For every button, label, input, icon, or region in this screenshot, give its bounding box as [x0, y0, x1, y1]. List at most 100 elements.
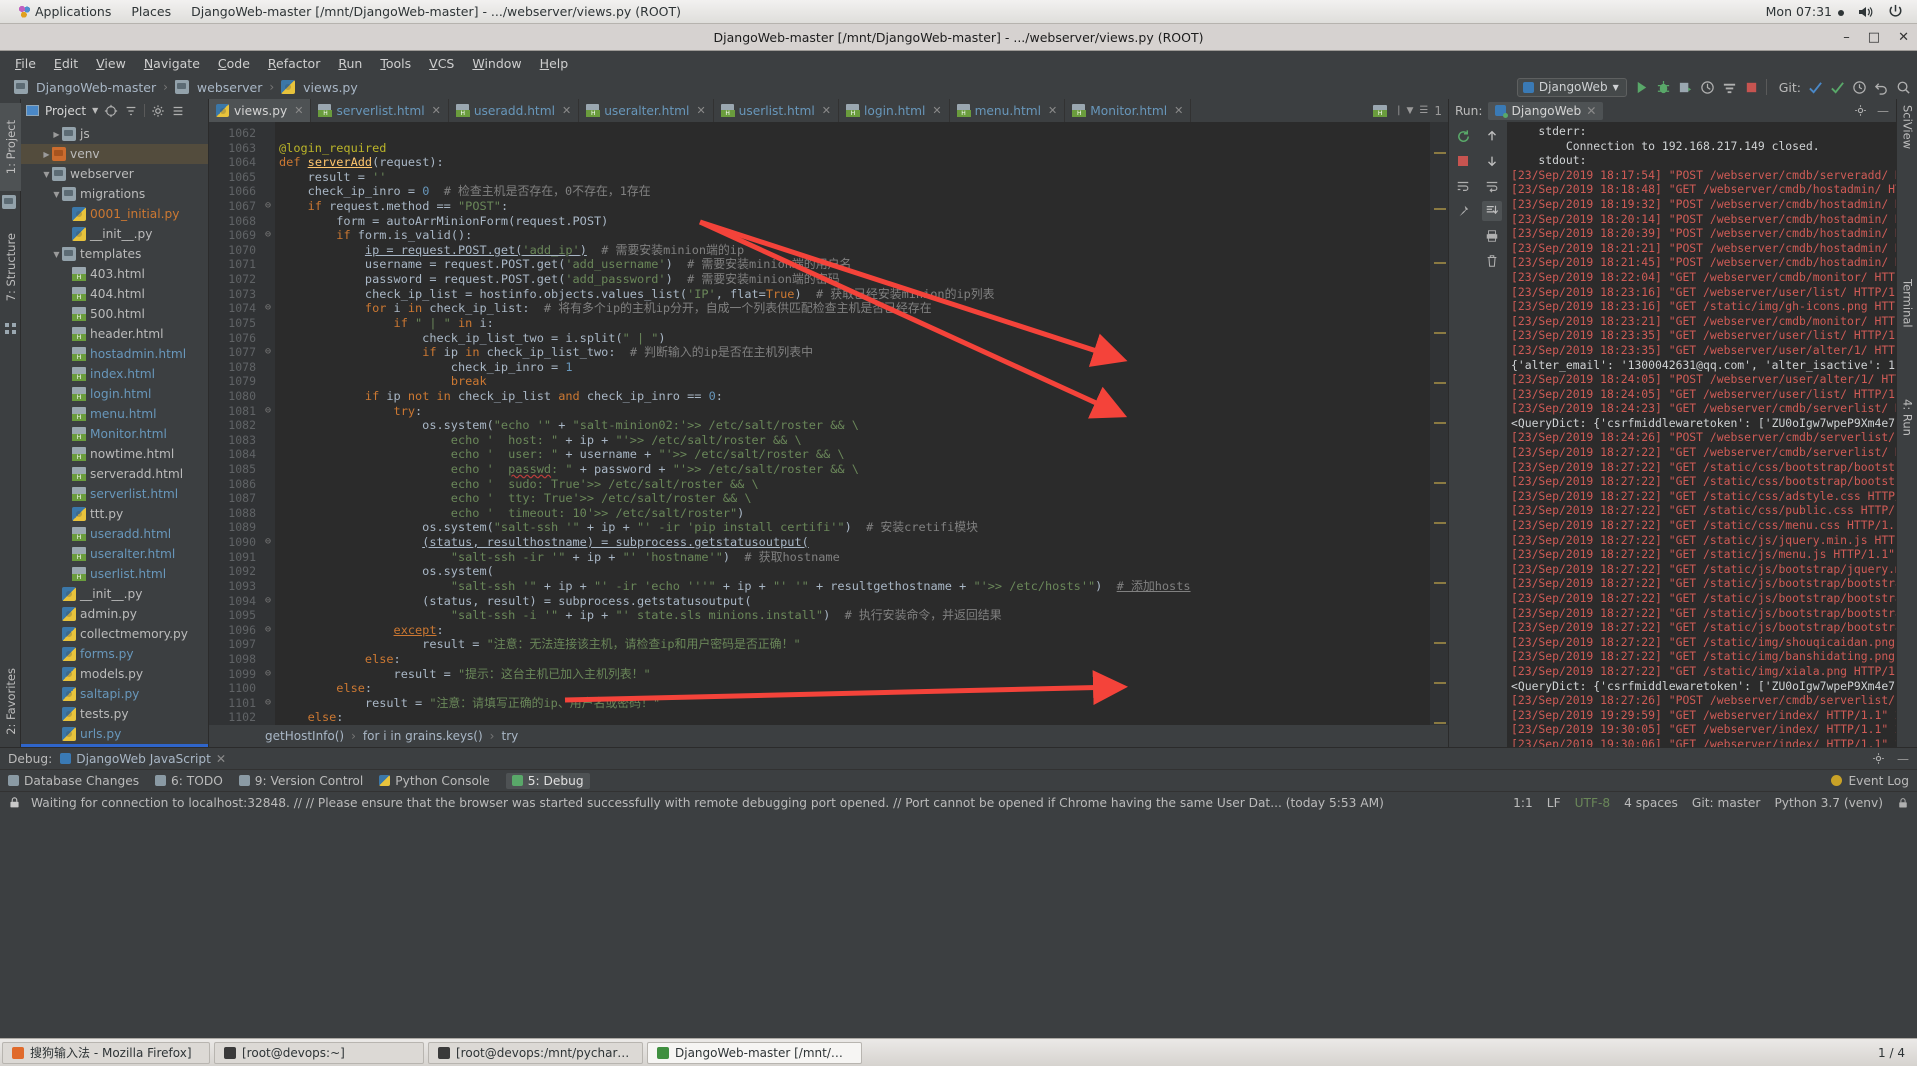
- gear-icon[interactable]: [151, 104, 165, 118]
- fold-marker[interactable]: [261, 579, 275, 594]
- error-marker[interactable]: [1434, 422, 1446, 424]
- menu-item-tools[interactable]: Tools: [371, 54, 420, 73]
- fold-marker[interactable]: [261, 550, 275, 565]
- tree-item-useralter-html[interactable]: useralter.html: [21, 544, 208, 564]
- menu-item-vcs[interactable]: VCS: [420, 54, 463, 73]
- code-line[interactable]: "salt-ssh -i '" + ip + "' state.sls mini…: [279, 608, 1430, 623]
- tree-item-saltapi-py[interactable]: saltapi.py: [21, 684, 208, 704]
- fold-marker[interactable]: [261, 360, 275, 375]
- git-update-icon[interactable]: [1808, 80, 1823, 95]
- editor-breadcrumb-item[interactable]: getHostInfo(): [265, 729, 344, 743]
- code-line[interactable]: echo ' sudo: True'>> /etc/salt/roster &&…: [279, 477, 1430, 492]
- error-marker[interactable]: [1434, 722, 1446, 724]
- fold-marker[interactable]: [261, 608, 275, 623]
- editor-tab-serverlist-html[interactable]: serverlist.html✕: [311, 99, 448, 122]
- code-line[interactable]: @login_required: [279, 141, 1430, 156]
- run-icon[interactable]: [1634, 80, 1649, 95]
- caret-position[interactable]: 1:1: [1513, 796, 1533, 810]
- code-line[interactable]: break: [279, 374, 1430, 389]
- error-marker[interactable]: [1434, 262, 1446, 264]
- chevron-down-icon[interactable]: ▼: [41, 170, 52, 179]
- debug-icon[interactable]: [1656, 80, 1671, 95]
- tool-window-button-python-console[interactable]: Python Console: [379, 774, 490, 788]
- fold-marker[interactable]: [261, 506, 275, 521]
- down-icon[interactable]: [1482, 151, 1502, 171]
- stop-icon[interactable]: [1453, 151, 1473, 171]
- editor-tab-menu-html[interactable]: menu.html✕: [950, 99, 1066, 122]
- target-icon[interactable]: [104, 104, 118, 118]
- chevron-down-icon[interactable]: ▼: [51, 190, 62, 199]
- chevron-right-icon[interactable]: ▶: [51, 130, 62, 139]
- fold-marker[interactable]: [261, 184, 275, 199]
- sidebar-item-terminal[interactable]: Terminal: [1897, 279, 1917, 328]
- fold-marker[interactable]: [261, 710, 275, 725]
- tree-item-serverlist-html[interactable]: serverlist.html: [21, 484, 208, 504]
- tree-item-header-html[interactable]: header.html: [21, 324, 208, 344]
- code-text[interactable]: @login_requireddef serverAdd(request): r…: [275, 122, 1430, 725]
- pin-icon[interactable]: [1453, 201, 1473, 221]
- tree-item-models-py[interactable]: models.py: [21, 664, 208, 684]
- code-line[interactable]: if ip in check_ip_list_two: # 判断输入的ip是否在…: [279, 345, 1430, 360]
- fold-marker[interactable]: [261, 316, 275, 331]
- taskbar-item[interactable]: [root@devops:/mnt/pycharm-2019...: [428, 1042, 643, 1064]
- fold-marker[interactable]: ⊖: [261, 667, 275, 682]
- editor-tab-login-html[interactable]: login.html✕: [839, 99, 950, 122]
- error-marker-strip[interactable]: [1430, 122, 1448, 725]
- fold-marker[interactable]: [261, 652, 275, 667]
- code-line[interactable]: echo ' timeout: 10'>> /etc/salt/roster"): [279, 506, 1430, 521]
- close-icon[interactable]: ✕: [696, 104, 705, 117]
- error-marker[interactable]: [1434, 522, 1446, 524]
- editor-tab-userlist-html[interactable]: userlist.html✕: [714, 99, 839, 122]
- error-marker[interactable]: [1434, 382, 1446, 384]
- close-icon[interactable]: ✕: [216, 752, 226, 766]
- fold-marker[interactable]: [261, 374, 275, 389]
- code-line[interactable]: (status, resulthostname) = subprocess.ge…: [279, 535, 1430, 550]
- tool-window-button-5-debug[interactable]: 5: Debug: [506, 773, 590, 789]
- tree-item-js[interactable]: ▶js: [21, 124, 208, 144]
- tool-window-button-9-version-control[interactable]: 9: Version Control: [239, 774, 363, 788]
- line-separator[interactable]: LF: [1547, 796, 1561, 810]
- sidebar-item-structure[interactable]: 7: Structure: [0, 217, 21, 317]
- attach-icon[interactable]: [1722, 80, 1737, 95]
- code-line[interactable]: password = request.POST.get('add_passwor…: [279, 272, 1430, 287]
- code-line[interactable]: check_ip_list_two = i.split(" | "): [279, 331, 1430, 346]
- error-marker[interactable]: [1434, 482, 1446, 484]
- code-line[interactable]: result = "提示：这台主机已加入主机列表！": [279, 667, 1430, 682]
- fold-marker[interactable]: [261, 564, 275, 579]
- fold-marker[interactable]: ⊖: [261, 594, 275, 609]
- power-icon[interactable]: [1888, 4, 1903, 19]
- tree-item-userlist-html[interactable]: userlist.html: [21, 564, 208, 584]
- fold-marker[interactable]: ⊖: [261, 345, 275, 360]
- code-line[interactable]: try:: [279, 404, 1430, 419]
- minimize-panel-icon[interactable]: —: [1877, 104, 1889, 118]
- file-encoding[interactable]: UTF-8: [1575, 796, 1611, 810]
- tree-item-ttt-py[interactable]: ttt.py: [21, 504, 208, 524]
- tree-item-hostadmin-html[interactable]: hostadmin.html: [21, 344, 208, 364]
- minimize-button[interactable]: –: [1843, 30, 1850, 45]
- run-configuration-selector[interactable]: DjangoWeb ▼: [1517, 78, 1627, 97]
- soft-wrap-icon[interactable]: [1482, 176, 1502, 196]
- editor-breadcrumb-item[interactable]: try: [501, 729, 518, 743]
- fold-marker[interactable]: ⊖: [261, 199, 275, 214]
- menu-item-view[interactable]: View: [87, 54, 135, 73]
- tree-item-tests-py[interactable]: tests.py: [21, 704, 208, 724]
- code-line[interactable]: os.system(: [279, 564, 1430, 579]
- code-line[interactable]: (status, result) = subprocess.getstatuso…: [279, 594, 1430, 609]
- menu-item-refactor[interactable]: Refactor: [259, 54, 329, 73]
- tree-item-403-html[interactable]: 403.html: [21, 264, 208, 284]
- menu-item-code[interactable]: Code: [209, 54, 259, 73]
- tree-item-collectmemory-py[interactable]: collectmemory.py: [21, 624, 208, 644]
- editor-tab-views-py[interactable]: views.py✕: [209, 99, 311, 122]
- tree-item-migrations[interactable]: ▼migrations: [21, 184, 208, 204]
- scroll-to-end-icon[interactable]: [1482, 201, 1502, 221]
- tree-item-templates[interactable]: ▼templates: [21, 244, 208, 264]
- menu-item-window[interactable]: Window: [463, 54, 530, 73]
- error-marker[interactable]: [1434, 332, 1446, 334]
- sidebar-item-project[interactable]: 1: Project: [0, 103, 21, 191]
- code-line[interactable]: if request.method == "POST":: [279, 199, 1430, 214]
- search-icon[interactable]: [1896, 80, 1911, 95]
- tree-item-500-html[interactable]: 500.html: [21, 304, 208, 324]
- code-line[interactable]: for i in check_ip_list: # 将有多个ip的主机ip分开，…: [279, 301, 1430, 316]
- code-line[interactable]: if ip not in check_ip_list and check_ip_…: [279, 389, 1430, 404]
- close-icon[interactable]: ✕: [294, 104, 303, 117]
